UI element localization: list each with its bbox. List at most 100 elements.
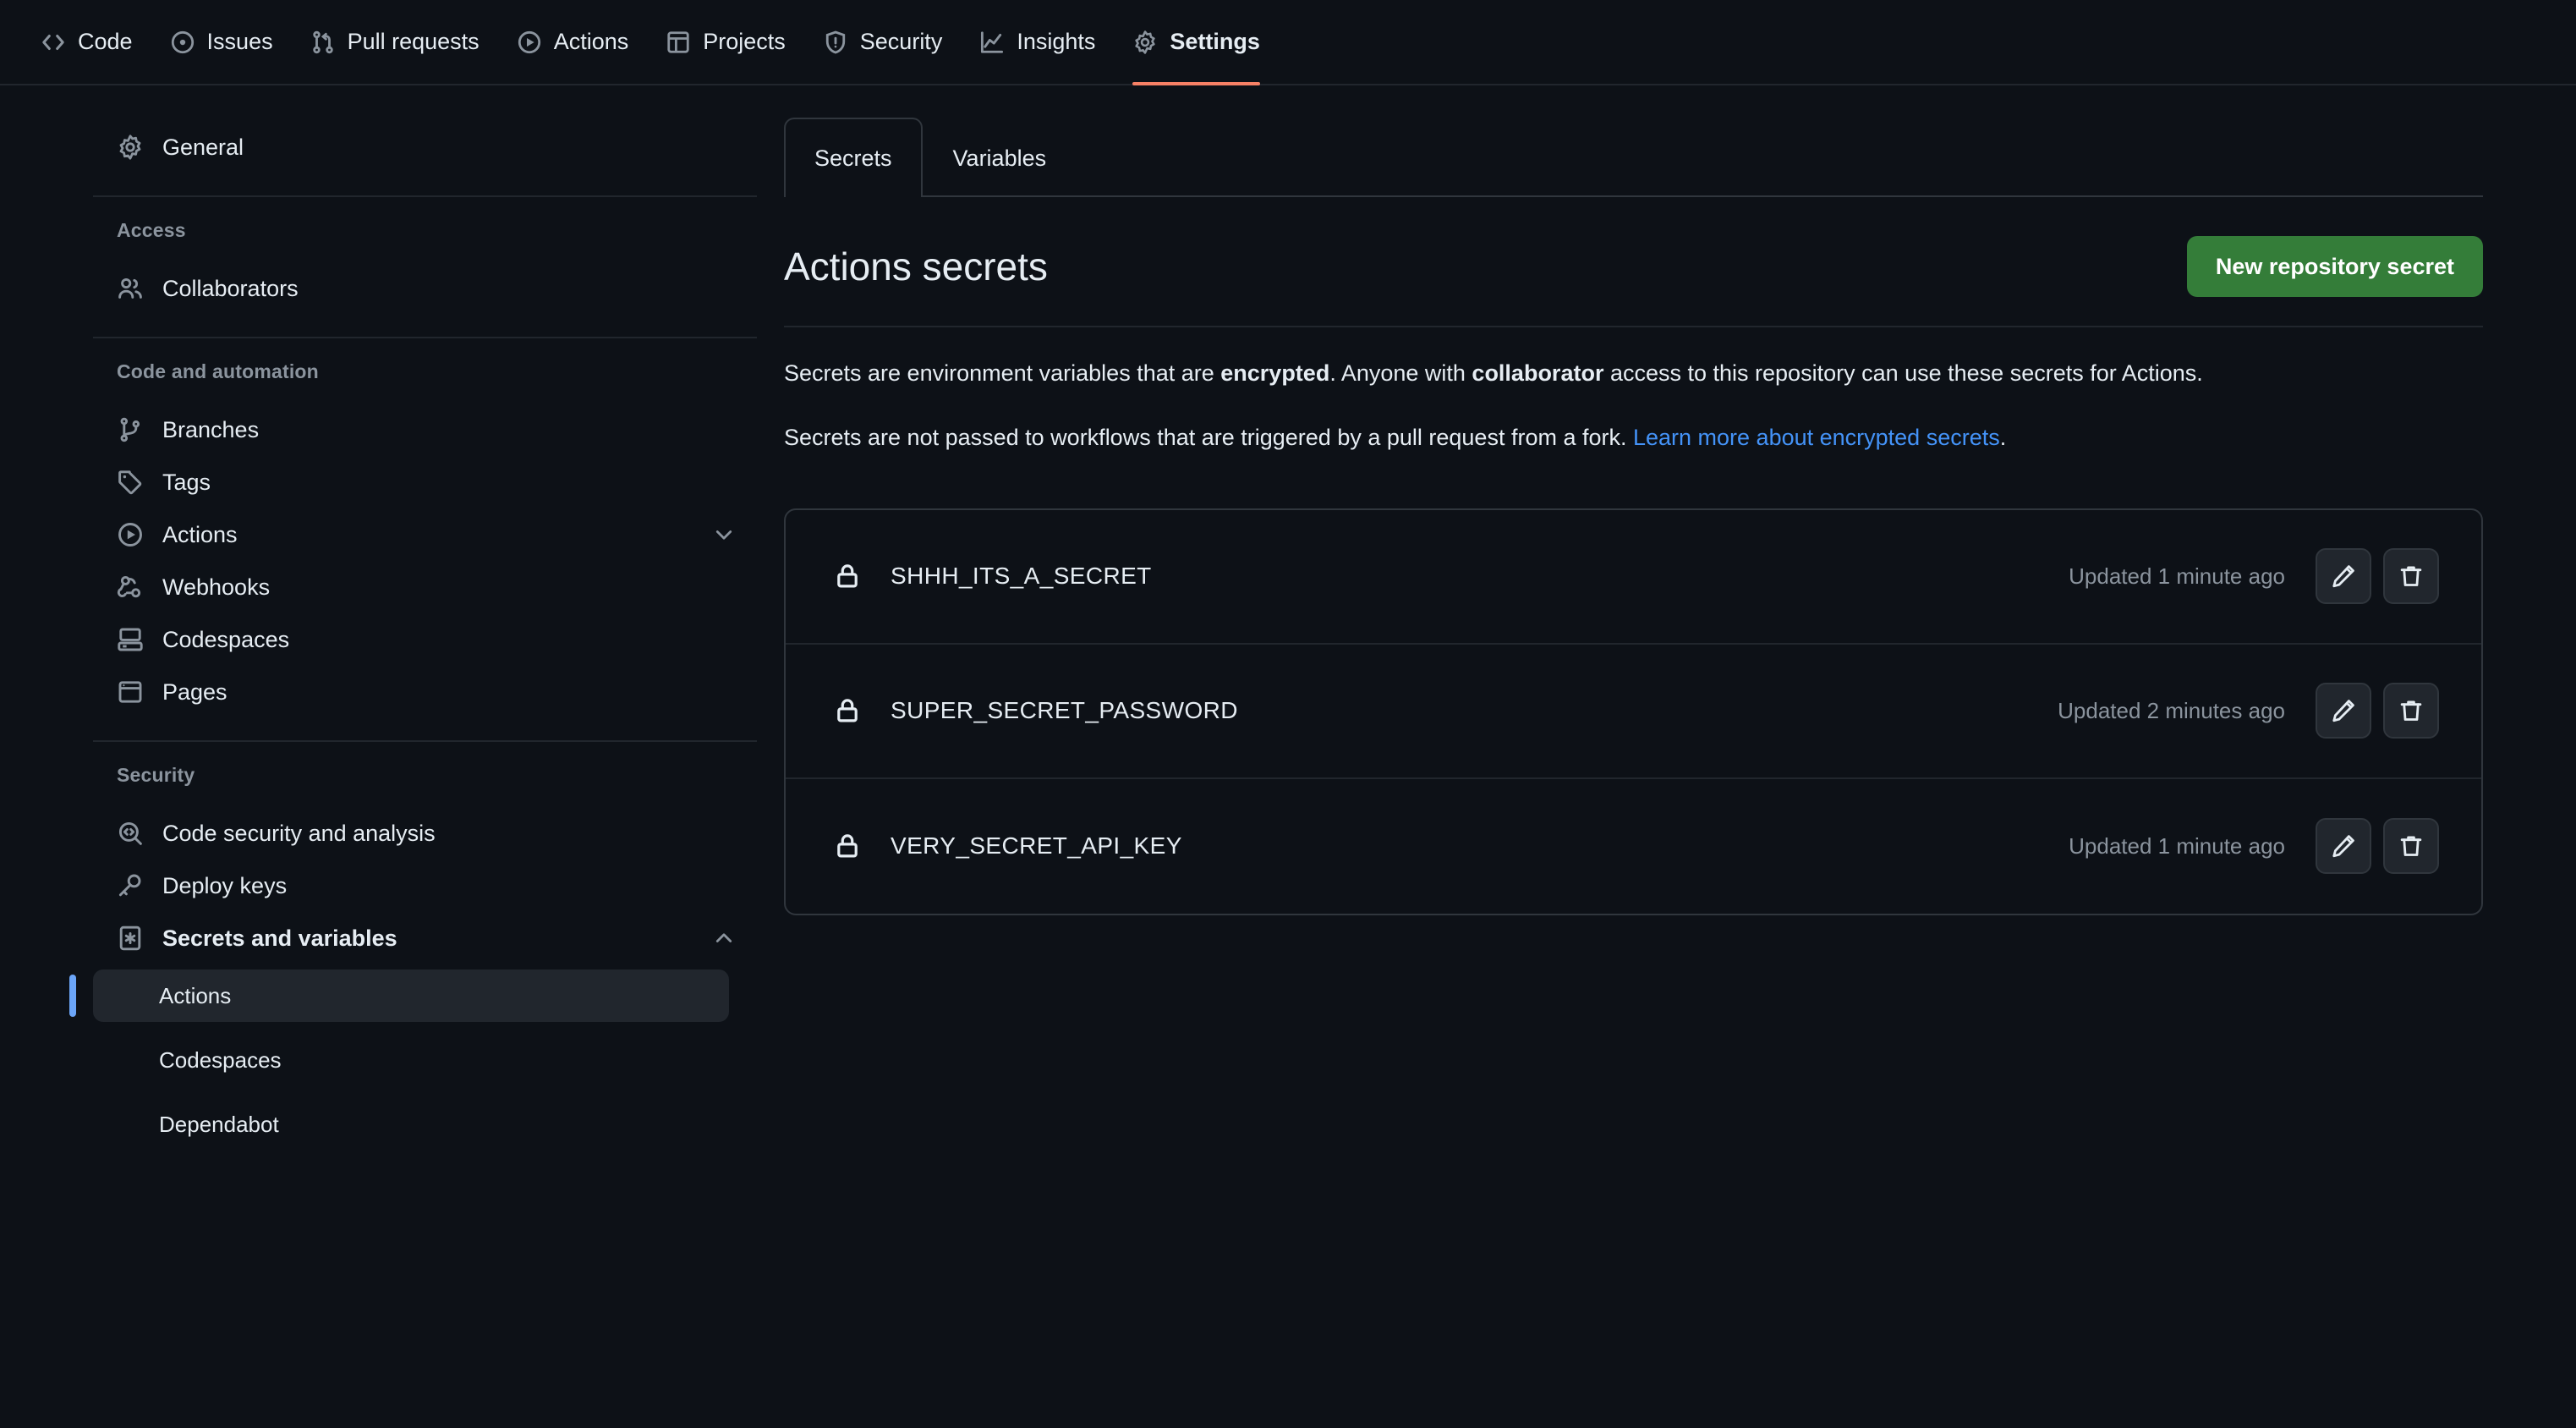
desc2-period: . (1999, 424, 2007, 450)
sidebar-item-secrets-and-variables[interactable]: Secrets and variables (93, 912, 757, 964)
nav-tab-insights-label: Insights (1017, 29, 1096, 54)
nav-tab-projects[interactable]: Projects (647, 0, 804, 84)
secret-name: SHHH_ITS_A_SECRET (891, 563, 1152, 590)
asterisk-box-icon (117, 925, 144, 952)
pencil-icon (2331, 563, 2356, 589)
chevron-up-icon[interactable] (711, 925, 737, 951)
sidebar-subitem-codespaces[interactable]: Codespaces (93, 1034, 729, 1086)
active-tab-indicator (1132, 82, 1260, 85)
table-row: SUPER_SECRET_PASSWORD Updated 2 minutes … (786, 645, 2481, 779)
trash-icon (2398, 833, 2424, 859)
people-icon (117, 275, 144, 302)
git-pull-request-icon (310, 30, 336, 55)
secret-updated-timestamp: Updated 1 minute ago (2069, 563, 2285, 589)
tab-variables-label: Variables (952, 145, 1047, 171)
desc-part-3: access to this repository can use these … (1603, 360, 2203, 386)
desc-part-2: . Anyone with (1329, 360, 1472, 386)
sidebar-item-branches[interactable]: Branches (93, 404, 757, 456)
pencil-icon (2331, 698, 2356, 723)
row-actions (2316, 818, 2439, 875)
delete-secret-button[interactable] (2383, 683, 2439, 739)
sidebar-item-code-security-and-analysis[interactable]: Code security and analysis (93, 807, 757, 860)
lock-icon (833, 832, 862, 860)
new-repository-secret-button[interactable]: New repository secret (2186, 236, 2483, 297)
desc-bold-collaborator: collaborator (1472, 360, 1604, 386)
issue-opened-icon (170, 30, 195, 55)
key-icon (117, 872, 144, 899)
secrets-sub-navigation: Actions Codespaces Dependabot (69, 969, 757, 1151)
sidebar-item-pages-label: Pages (162, 678, 227, 705)
sidebar-item-collaborators[interactable]: Collaborators (93, 262, 757, 315)
sidebar-divider (93, 740, 757, 742)
desc2-text: Secrets are not passed to workflows that… (784, 424, 1633, 450)
nav-tab-projects-label: Projects (703, 29, 786, 54)
trash-icon (2398, 698, 2424, 723)
secret-updated-timestamp: Updated 1 minute ago (2069, 832, 2285, 859)
table-icon (666, 30, 691, 55)
pencil-icon (2331, 833, 2356, 859)
nav-tab-pull-requests[interactable]: Pull requests (292, 0, 498, 84)
sidebar-item-branches-label: Branches (162, 416, 260, 442)
sidebar-item-collaborators-label: Collaborators (162, 275, 299, 301)
table-row: SHHH_ITS_A_SECRET Updated 1 minute ago (786, 510, 2481, 645)
sidebar-item-webhooks[interactable]: Webhooks (93, 561, 757, 613)
secret-name: VERY_SECRET_API_KEY (891, 832, 1182, 860)
nav-tab-settings[interactable]: Settings (1114, 0, 1279, 85)
tab-secrets[interactable]: Secrets (784, 118, 923, 199)
webhook-icon (117, 574, 144, 601)
sidebar-subitem-actions[interactable]: Actions (69, 969, 729, 1022)
sidebar-subitem-dependabot-label: Dependabot (159, 1111, 279, 1137)
sidebar-item-pages[interactable]: Pages (93, 666, 757, 718)
sidebar-item-deploy-keys[interactable]: Deploy keys (93, 860, 757, 912)
secrets-list: SHHH_ITS_A_SECRET Updated 1 minute ago S… (784, 508, 2483, 915)
sidebar-item-deploy-keys-label: Deploy keys (162, 872, 288, 898)
sidebar-item-codespaces-label: Codespaces (162, 626, 290, 652)
secret-updated-timestamp: Updated 2 minutes ago (2058, 697, 2285, 723)
tag-icon (117, 469, 144, 496)
secrets-variables-tablist: Secrets Variables (784, 116, 2483, 199)
sidebar-item-tags[interactable]: Tags (93, 456, 757, 508)
repo-top-navigation: Code Issues Pull requests Actions Projec… (0, 0, 2576, 85)
chevron-down-icon[interactable] (711, 522, 737, 547)
page-title: Actions secrets (784, 244, 1048, 288)
nav-tab-actions[interactable]: Actions (498, 0, 648, 84)
delete-secret-button[interactable] (2383, 548, 2439, 605)
sidebar-item-webhooks-label: Webhooks (162, 574, 271, 600)
nav-tab-actions-label: Actions (553, 29, 629, 54)
edit-secret-button[interactable] (2316, 683, 2371, 739)
sidebar-item-actions[interactable]: Actions (93, 508, 757, 561)
graph-icon (979, 30, 1005, 55)
gear-icon (1132, 30, 1158, 55)
code-icon (41, 30, 66, 55)
nav-tab-issues[interactable]: Issues (151, 0, 292, 84)
edit-secret-button[interactable] (2316, 548, 2371, 605)
nav-tab-insights[interactable]: Insights (961, 0, 1114, 84)
table-row: VERY_SECRET_API_KEY Updated 1 minute ago (786, 779, 2481, 914)
browser-icon (117, 678, 144, 706)
main-content: Secrets Variables Actions secrets New re… (765, 85, 2576, 1426)
sidebar-item-secrets-and-variables-label: Secrets and variables (162, 925, 397, 951)
learn-more-encrypted-secrets-link[interactable]: Learn more about encrypted secrets (1633, 425, 2000, 450)
nav-tab-security-label: Security (859, 29, 943, 54)
sidebar-subitem-dependabot[interactable]: Dependabot (93, 1098, 729, 1151)
sidebar-heading-code-and-automation: Code and automation (117, 360, 319, 382)
sidebar-divider (93, 337, 757, 338)
sidebar-divider (93, 195, 757, 197)
page-header: Actions secrets New repository secret (784, 236, 2483, 327)
nav-tab-code-label: Code (78, 29, 133, 54)
sidebar-item-general[interactable]: General (93, 121, 757, 173)
codespaces-icon (117, 626, 144, 653)
nav-tab-security[interactable]: Security (804, 0, 962, 84)
sidebar-heading-access: Access (117, 219, 186, 241)
sidebar-item-actions-label: Actions (162, 521, 238, 547)
sidebar-item-general-label: General (162, 134, 244, 160)
delete-secret-button[interactable] (2383, 818, 2439, 875)
nav-tab-code[interactable]: Code (22, 0, 151, 84)
sidebar-subitem-actions-label: Actions (159, 982, 232, 1008)
nav-tab-pull-requests-label: Pull requests (347, 29, 480, 54)
sidebar-item-codespaces[interactable]: Codespaces (93, 613, 757, 666)
edit-secret-button[interactable] (2316, 818, 2371, 875)
secrets-description-paragraph-2: Secrets are not passed to workflows that… (784, 420, 2340, 456)
nav-tab-settings-label: Settings (1170, 29, 1260, 54)
tab-variables[interactable]: Variables (923, 118, 1077, 197)
